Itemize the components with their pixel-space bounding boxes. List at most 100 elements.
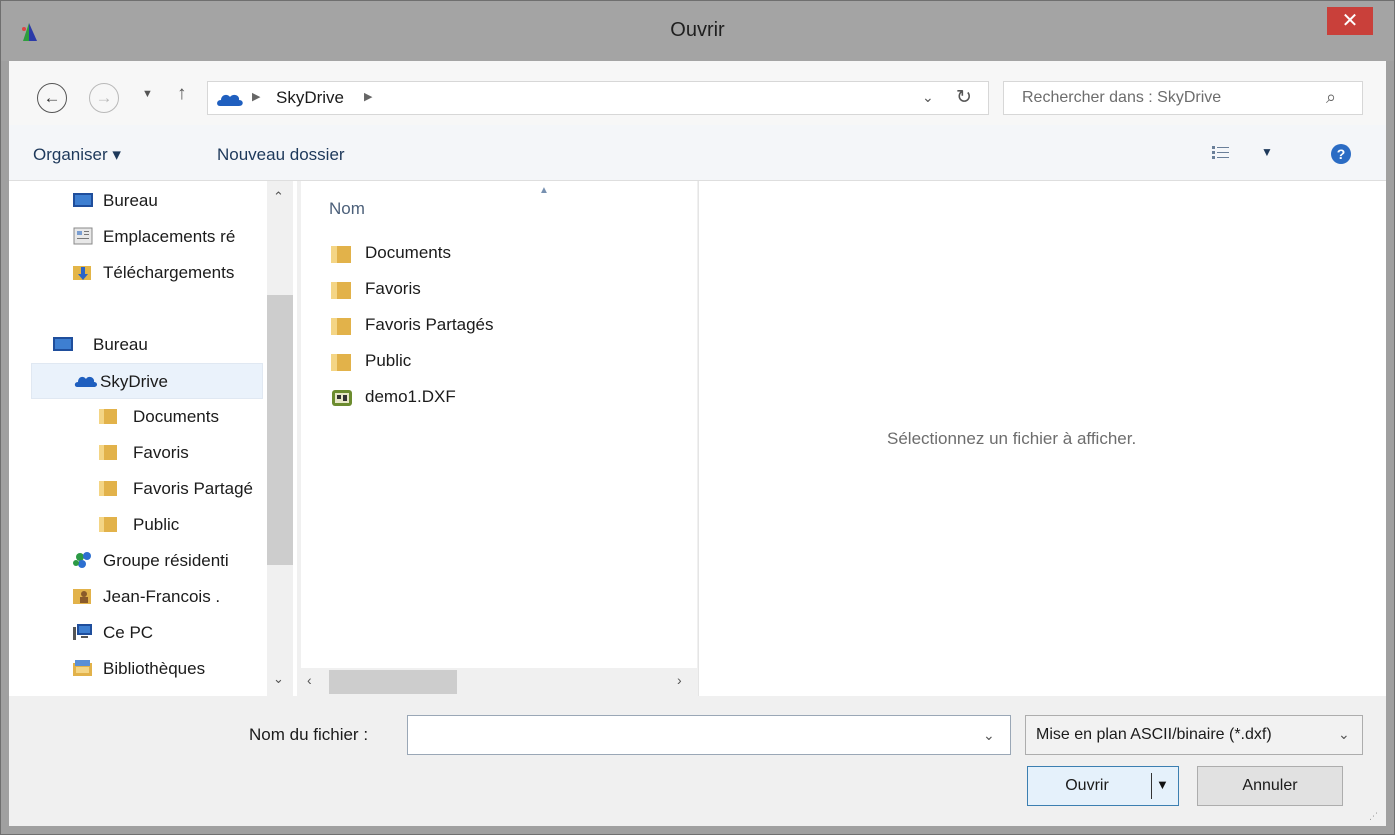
folder-icon bbox=[99, 409, 117, 424]
nav-item-bureau-root[interactable]: Bureau bbox=[31, 327, 285, 363]
nav-item-label: Favoris bbox=[133, 443, 189, 462]
title-bar[interactable]: Ouvrir ✕ bbox=[1, 1, 1394, 61]
nav-item-favoris[interactable]: Favoris bbox=[53, 435, 297, 471]
nav-item-label: Bureau bbox=[93, 335, 148, 354]
open-button-label: Ouvrir bbox=[1065, 777, 1109, 794]
file-name: Documents bbox=[365, 243, 451, 262]
file-row-favoris[interactable]: Favoris bbox=[331, 273, 631, 307]
scroll-up-icon[interactable]: ⌃ bbox=[273, 189, 284, 205]
new-folder-button[interactable]: Nouveau dossier bbox=[217, 145, 345, 165]
nav-item-label: Documents bbox=[133, 407, 219, 426]
file-type-select[interactable]: Mise en plan ASCII/binaire (*.dxf) ⌄ bbox=[1025, 715, 1363, 755]
homegroup-icon bbox=[73, 552, 91, 568]
window-title: Ouvrir bbox=[670, 19, 725, 41]
folder-icon bbox=[99, 481, 117, 496]
open-split-divider bbox=[1151, 773, 1152, 799]
file-row-public[interactable]: Public bbox=[331, 345, 631, 379]
refresh-icon[interactable]: ↻ bbox=[956, 86, 972, 109]
file-name: Public bbox=[365, 351, 412, 370]
file-name: Favoris Partagés bbox=[365, 315, 494, 334]
dialog-body: ← → ▼ ↑ ▶ SkyDrive ▶ ⌄ ↻ Rechercher dans… bbox=[9, 61, 1386, 826]
nav-item-telechargements[interactable]: Téléchargements bbox=[53, 255, 297, 291]
breadcrumb-separator-icon[interactable]: ▶ bbox=[364, 90, 372, 103]
nav-item-label: Jean-Francois . bbox=[103, 587, 221, 606]
libraries-icon bbox=[73, 660, 92, 676]
file-type-dropdown-icon[interactable]: ⌄ bbox=[1338, 726, 1350, 743]
resize-grip-icon[interactable]: ⋰ bbox=[1369, 811, 1378, 822]
address-dropdown-icon[interactable]: ⌄ bbox=[922, 89, 934, 106]
folder-icon bbox=[331, 282, 351, 299]
nav-item-bibliotheques[interactable]: Bibliothèques bbox=[53, 651, 297, 687]
folder-icon bbox=[331, 246, 351, 263]
command-toolbar: Organiser ▾ Nouveau dossier ▼ ? bbox=[9, 125, 1386, 181]
open-button[interactable]: Ouvrir ▼ bbox=[1027, 766, 1179, 806]
address-bar[interactable]: ▶ SkyDrive ▶ ⌄ ↻ bbox=[207, 81, 989, 115]
folder-icon bbox=[99, 517, 117, 532]
file-name: Favoris bbox=[365, 279, 421, 298]
open-options-dropdown-icon[interactable]: ▼ bbox=[1156, 777, 1169, 792]
nav-item-label: Bureau bbox=[103, 191, 158, 210]
close-button[interactable]: ✕ bbox=[1327, 7, 1373, 35]
file-row-favoris-partages[interactable]: Favoris Partagés bbox=[331, 309, 631, 343]
nav-item-label: Favoris Partagé bbox=[133, 479, 253, 498]
skydrive-icon bbox=[74, 376, 97, 387]
nav-item-documents[interactable]: Documents bbox=[53, 399, 297, 435]
scroll-right-icon[interactable]: › bbox=[677, 672, 682, 688]
dialog-footer: Nom du fichier : ⌄ Mise en plan ASCII/bi… bbox=[9, 696, 1386, 826]
nav-item-skydrive[interactable]: SkyDrive bbox=[31, 363, 263, 399]
skydrive-icon bbox=[217, 94, 243, 106]
scroll-left-icon[interactable]: ‹ bbox=[307, 672, 312, 688]
file-list-horizontal-scrollbar[interactable]: ‹ › bbox=[301, 668, 697, 696]
computer-icon bbox=[73, 624, 92, 640]
column-header-name[interactable]: Nom bbox=[329, 199, 365, 219]
file-type-value: Mise en plan ASCII/binaire (*.dxf) bbox=[1036, 726, 1272, 743]
nav-item-ce-pc[interactable]: Ce PC bbox=[53, 615, 297, 651]
search-input[interactable]: Rechercher dans : SkyDrive ⌕ bbox=[1003, 81, 1363, 115]
folder-icon bbox=[331, 318, 351, 335]
nav-item-label: Emplacements ré bbox=[103, 227, 236, 246]
breadcrumb-skydrive[interactable]: SkyDrive bbox=[276, 88, 344, 108]
sort-ascending-icon: ▲ bbox=[539, 185, 549, 196]
filename-label: Nom du fichier : bbox=[249, 725, 369, 744]
organize-button[interactable]: Organiser ▾ bbox=[33, 145, 121, 165]
scroll-down-icon[interactable]: ⌄ bbox=[273, 671, 284, 687]
file-name: demo1.DXF bbox=[365, 387, 456, 406]
nav-item-label: Bibliothèques bbox=[103, 659, 206, 678]
nav-item-bureau[interactable]: Bureau bbox=[53, 183, 297, 219]
search-placeholder: Rechercher dans : SkyDrive bbox=[1022, 89, 1222, 106]
nav-item-groupe-residentiel[interactable]: Groupe résidenti bbox=[53, 543, 297, 579]
back-button[interactable]: ← bbox=[37, 83, 67, 113]
cancel-button[interactable]: Annuler bbox=[1197, 766, 1343, 806]
file-list: ▲ Nom Documents Favoris Favoris Partagés… bbox=[301, 181, 697, 696]
navigation-row: ← → ▼ ↑ ▶ SkyDrive ▶ ⌄ ↻ Rechercher dans… bbox=[9, 61, 1386, 125]
nav-item-label: Ce PC bbox=[103, 623, 154, 642]
up-button[interactable]: ↑ bbox=[177, 83, 187, 105]
preview-message: Sélectionnez un fichier à afficher. bbox=[887, 429, 1137, 448]
nav-item-label: Groupe résidenti bbox=[103, 551, 229, 570]
dxf-file-icon bbox=[332, 390, 352, 406]
nav-scroll-thumb[interactable] bbox=[267, 295, 293, 565]
file-row-documents[interactable]: Documents bbox=[331, 237, 631, 271]
horizontal-scroll-thumb[interactable] bbox=[329, 670, 457, 694]
nav-item-emplacements-recents[interactable]: Emplacements ré bbox=[53, 219, 297, 255]
forward-button[interactable]: → bbox=[89, 83, 119, 113]
help-icon[interactable]: ? bbox=[1331, 144, 1351, 164]
user-folder-icon bbox=[73, 589, 91, 604]
recent-locations-dropdown[interactable]: ▼ bbox=[142, 88, 153, 100]
view-dropdown-icon[interactable]: ▼ bbox=[1261, 145, 1273, 159]
breadcrumb-separator-icon: ▶ bbox=[252, 91, 261, 103]
search-icon[interactable]: ⌕ bbox=[1326, 87, 1336, 108]
filename-history-dropdown-icon[interactable]: ⌄ bbox=[983, 727, 995, 744]
view-options-icon[interactable] bbox=[1212, 145, 1230, 161]
filename-input[interactable]: ⌄ bbox=[407, 715, 1011, 755]
open-dialog: Ouvrir ✕ ← → ▼ ↑ ▶ SkyDrive ▶ ⌄ ↻ Recher… bbox=[0, 0, 1395, 835]
file-row-demo1-dxf[interactable]: demo1.DXF bbox=[331, 381, 631, 415]
nav-item-label: Téléchargements bbox=[103, 263, 235, 282]
desktop-icon bbox=[53, 337, 73, 351]
nav-item-label: SkyDrive bbox=[100, 372, 169, 391]
preview-pane: Sélectionnez un fichier à afficher. bbox=[698, 181, 1386, 696]
nav-item-favoris-partages[interactable]: Favoris Partagé bbox=[53, 471, 297, 507]
nav-item-public[interactable]: Public bbox=[53, 507, 297, 543]
downloads-icon bbox=[73, 266, 91, 280]
nav-item-user-folder[interactable]: Jean-Francois . bbox=[53, 579, 297, 615]
